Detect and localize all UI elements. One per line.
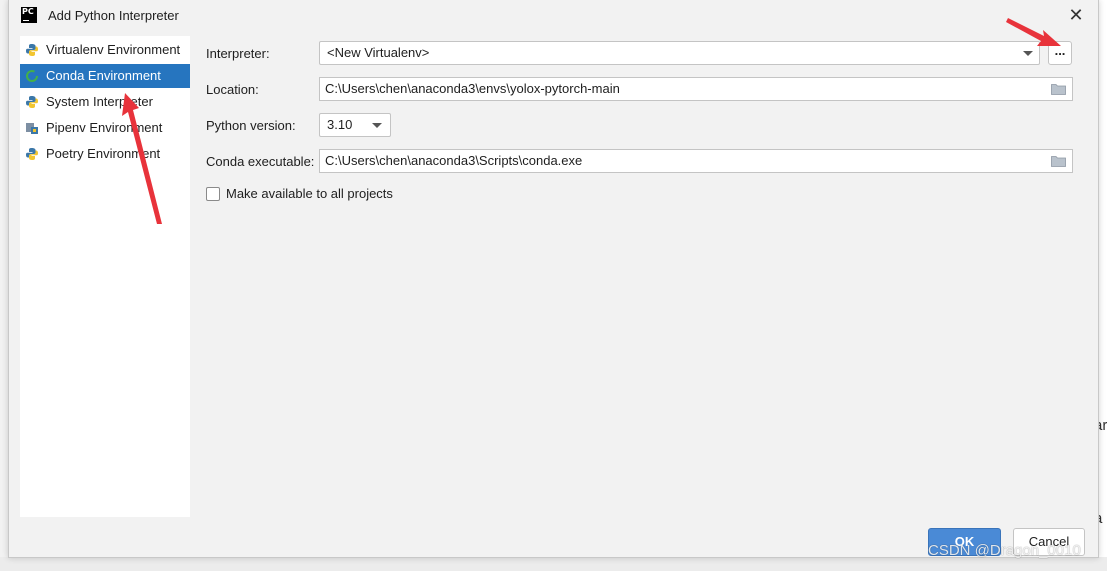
add-python-interpreter-dialog: PC Add Python Interpreter ✕ Virtualenv E… bbox=[8, 0, 1099, 558]
background-window-bottom bbox=[0, 557, 1107, 571]
pipenv-icon bbox=[26, 123, 38, 134]
watermark: CSDN @Dragon_0010 bbox=[928, 542, 1081, 559]
pycharm-app-icon: PC bbox=[21, 7, 37, 23]
python-version-value: 3.10 bbox=[327, 117, 353, 132]
sidebar-item-label: Pipenv Environment bbox=[46, 120, 163, 135]
chevron-down-icon bbox=[1023, 51, 1033, 56]
make-available-checkbox[interactable] bbox=[206, 187, 220, 201]
dialog-titlebar: PC Add Python Interpreter ✕ bbox=[9, 0, 1098, 32]
folder-icon[interactable] bbox=[1051, 155, 1066, 167]
folder-icon[interactable] bbox=[1051, 83, 1066, 95]
conda-executable-value: C:\Users\chen\anaconda3\Scripts\conda.ex… bbox=[325, 153, 583, 168]
python-icon bbox=[26, 148, 38, 160]
location-label: Location: bbox=[206, 82, 259, 97]
close-icon[interactable]: ✕ bbox=[1064, 4, 1088, 28]
python-version-label: Python version: bbox=[206, 118, 296, 133]
conda-icon bbox=[26, 70, 38, 82]
browse-interpreter-button[interactable]: ... bbox=[1048, 41, 1072, 65]
sidebar-item-label: Virtualenv Environment bbox=[46, 42, 181, 57]
make-available-label[interactable]: Make available to all projects bbox=[226, 186, 393, 201]
python-version-dropdown[interactable]: 3.10 bbox=[319, 113, 391, 137]
sidebar-item-virtualenv[interactable]: Virtualenv Environment bbox=[20, 38, 190, 62]
dialog-title: Add Python Interpreter bbox=[48, 8, 179, 23]
interpreter-value: <New Virtualenv> bbox=[327, 45, 430, 60]
chevron-down-icon bbox=[372, 123, 382, 128]
interpreter-dropdown[interactable]: <New Virtualenv> bbox=[319, 41, 1040, 65]
environment-type-list: Virtualenv Environment Conda Environment… bbox=[20, 36, 190, 517]
python-icon bbox=[26, 96, 38, 108]
conda-executable-label: Conda executable: bbox=[206, 154, 315, 169]
conda-executable-field[interactable]: C:\Users\chen\anaconda3\Scripts\conda.ex… bbox=[319, 149, 1073, 173]
location-field[interactable]: C:\Users\chen\anaconda3\envs\yolox-pytor… bbox=[319, 77, 1073, 101]
interpreter-label: Interpreter: bbox=[206, 46, 270, 61]
location-value: C:\Users\chen\anaconda3\envs\yolox-pytor… bbox=[325, 81, 620, 96]
python-icon bbox=[26, 44, 38, 56]
sidebar-item-label: System Interpreter bbox=[46, 94, 153, 109]
sidebar-item-poetry[interactable]: Poetry Environment bbox=[20, 142, 190, 166]
sidebar-item-pipenv[interactable]: Pipenv Environment bbox=[20, 116, 190, 140]
sidebar-item-system-interpreter[interactable]: System Interpreter bbox=[20, 90, 190, 114]
sidebar-item-conda[interactable]: Conda Environment bbox=[20, 64, 190, 88]
sidebar-item-label: Conda Environment bbox=[46, 68, 161, 83]
sidebar-item-label: Poetry Environment bbox=[46, 146, 161, 161]
